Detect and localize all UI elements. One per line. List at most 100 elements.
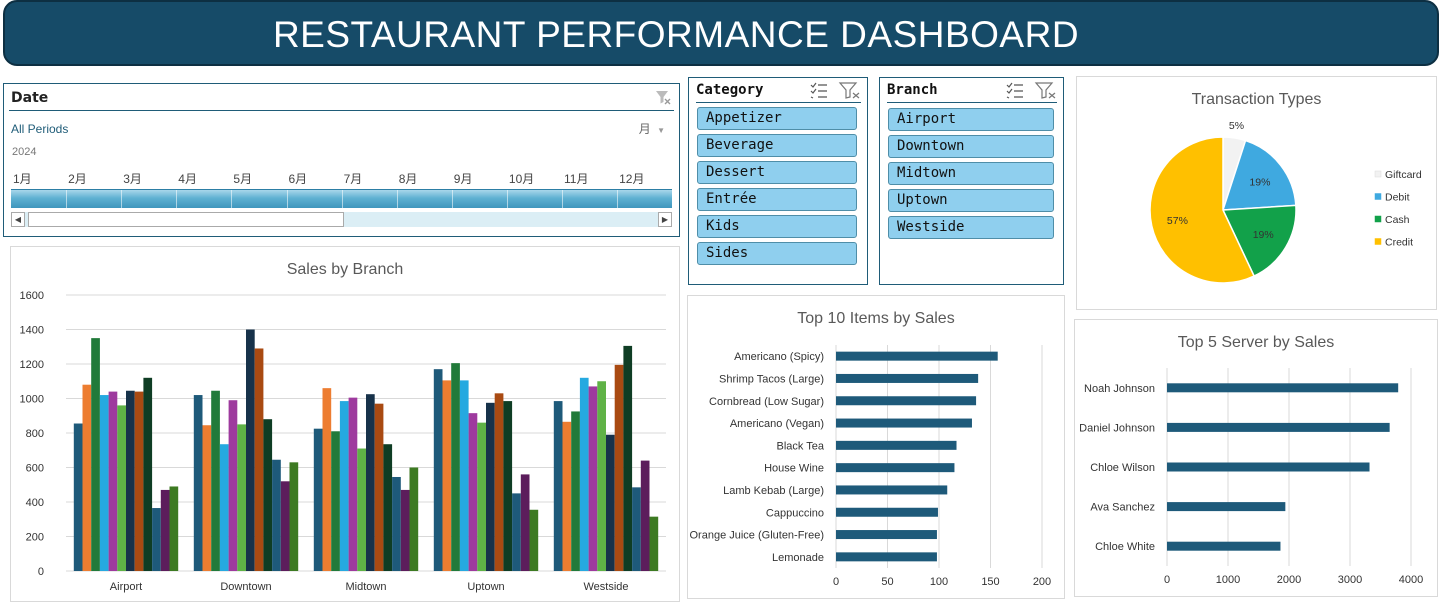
y-tick-label: Americano (Vegan) bbox=[730, 418, 824, 430]
bar bbox=[383, 444, 393, 571]
slicer-item[interactable]: Entrée bbox=[697, 188, 857, 211]
timeline-month-label[interactable]: 12月 bbox=[619, 170, 644, 187]
x-tick-label: 2000 bbox=[1277, 574, 1301, 586]
scroll-left-arrow-icon[interactable]: ◀ bbox=[11, 212, 25, 227]
x-tick-label: Midtown bbox=[346, 581, 387, 593]
timeline-month-divider bbox=[562, 190, 563, 208]
multi-select-icon[interactable] bbox=[810, 82, 827, 99]
data-label: 5% bbox=[1229, 120, 1244, 132]
y-tick-label: Shrimp Tacos (Large) bbox=[719, 373, 824, 385]
y-tick-label: 800 bbox=[26, 428, 44, 440]
x-tick-label: 200 bbox=[1033, 576, 1051, 588]
bar bbox=[254, 348, 264, 571]
clear-filter-icon[interactable] bbox=[1034, 82, 1056, 99]
slicer-item[interactable]: Dessert bbox=[697, 161, 857, 184]
title-banner: RESTAURANT PERFORMANCE DASHBOARD bbox=[3, 0, 1439, 66]
x-tick-label: Downtown bbox=[220, 581, 271, 593]
timeline-divider bbox=[9, 110, 674, 111]
timeline-year: 2024 bbox=[12, 146, 37, 158]
timeline-month-divider bbox=[231, 190, 233, 208]
slicer-item[interactable]: Midtown bbox=[888, 162, 1054, 185]
bar bbox=[193, 395, 203, 571]
timeline-month-label[interactable]: 9月 bbox=[454, 170, 473, 187]
slicer-item[interactable]: Beverage bbox=[697, 134, 857, 157]
bar bbox=[322, 388, 332, 571]
data-label: 19% bbox=[1253, 229, 1274, 241]
multi-select-icon[interactable] bbox=[1006, 82, 1023, 99]
bar bbox=[117, 405, 126, 571]
bar bbox=[494, 393, 504, 571]
timeline-month-label[interactable]: 4月 bbox=[178, 170, 197, 187]
slicer-header: Branch bbox=[887, 82, 938, 98]
slicer-item[interactable]: Airport bbox=[888, 108, 1054, 131]
clear-filter-icon[interactable] bbox=[838, 82, 860, 99]
bar bbox=[1167, 422, 1390, 432]
bar bbox=[1167, 383, 1399, 393]
slicer-item[interactable]: Uptown bbox=[888, 189, 1054, 212]
timeline-header: Date bbox=[11, 90, 49, 106]
bar bbox=[160, 489, 170, 571]
bar bbox=[836, 463, 955, 473]
bar bbox=[562, 421, 572, 571]
slicer-tools bbox=[810, 82, 860, 99]
bar bbox=[289, 462, 299, 571]
bar bbox=[623, 345, 633, 571]
dashboard-title: RESTAURANT PERFORMANCE DASHBOARD bbox=[272, 14, 1080, 55]
timeline-month-divider bbox=[451, 190, 453, 208]
bar bbox=[529, 509, 539, 571]
legend-label: Credit bbox=[1385, 237, 1413, 249]
scroll-right-arrow-icon[interactable]: ▶ bbox=[658, 212, 672, 227]
slicer-item[interactable]: Westside bbox=[888, 216, 1054, 239]
top-items-chart: Top 10 Items by Sales 0 50 100 150 200 Americ… bbox=[687, 295, 1065, 599]
bar bbox=[836, 530, 937, 540]
slicer-item[interactable]: Downtown bbox=[888, 135, 1054, 158]
timeline-scrollbar[interactable]: ◀ ▶ bbox=[11, 212, 672, 227]
y-tick-label: Orange Juice (Gluten-Free) bbox=[690, 530, 825, 542]
y-tick-label: Noah Johnson bbox=[1084, 383, 1155, 395]
timeline-month-label[interactable]: 8月 bbox=[399, 170, 418, 187]
time-level-dropdown[interactable]: 月 ▼ bbox=[639, 120, 665, 137]
bar bbox=[433, 369, 443, 571]
timeline-period-bar[interactable] bbox=[11, 189, 672, 208]
timeline-month-label[interactable]: 3月 bbox=[123, 170, 142, 187]
bar bbox=[836, 552, 937, 562]
bar bbox=[512, 493, 521, 571]
date-timeline[interactable]: Date All Periods 月 ▼ 2024 1月 2月 3月 4月 5月 6月 7月… bbox=[3, 83, 680, 237]
timeline-month-divider bbox=[341, 190, 343, 208]
y-tick-label: House Wine bbox=[764, 463, 824, 475]
scrollbar-thumb[interactable] bbox=[28, 212, 344, 227]
transaction-types-chart: Transaction Types 5% 19% 19% 57% Giftcard Deb… bbox=[1076, 76, 1437, 310]
timeline-month-label[interactable]: 2月 bbox=[68, 170, 87, 187]
timeline-month-label[interactable]: 10月 bbox=[509, 170, 534, 187]
bar bbox=[280, 481, 290, 571]
slicer-header: Category bbox=[696, 82, 764, 98]
clear-filter-icon[interactable] bbox=[655, 89, 671, 105]
y-tick-label: 1000 bbox=[20, 394, 44, 406]
timeline-month-label[interactable]: 11月 bbox=[564, 170, 588, 187]
bar bbox=[152, 508, 161, 571]
bar bbox=[357, 448, 366, 571]
timeline-month-divider bbox=[396, 190, 398, 208]
slicer-item[interactable]: Kids bbox=[697, 215, 857, 238]
bar bbox=[91, 338, 100, 571]
data-label: 57% bbox=[1167, 215, 1188, 227]
slicer-item[interactable]: Sides bbox=[697, 242, 857, 265]
bar bbox=[836, 440, 957, 450]
timeline-month-label[interactable]: 5月 bbox=[233, 170, 252, 187]
slicer-item[interactable]: Appetizer bbox=[697, 107, 857, 130]
bar bbox=[331, 431, 340, 571]
bar bbox=[606, 434, 615, 571]
timeline-month-label[interactable]: 6月 bbox=[289, 170, 308, 187]
y-tick-label: Lamb Kebab (Large) bbox=[723, 485, 824, 497]
data-label: 19% bbox=[1249, 176, 1270, 188]
timeline-month-labels: 1月 2月 3月 4月 5月 6月 7月 8月 9月 10月 11月 12月 bbox=[13, 170, 673, 187]
time-level-label: 月 bbox=[638, 122, 651, 136]
bar bbox=[272, 459, 281, 571]
bar bbox=[571, 411, 580, 571]
legend-label: Debit bbox=[1385, 192, 1410, 204]
timeline-month-label[interactable]: 7月 bbox=[344, 170, 363, 187]
timeline-month-label[interactable]: 1月 bbox=[13, 170, 32, 187]
bar bbox=[126, 390, 135, 571]
y-tick-label: Cornbread (Low Sugar) bbox=[709, 396, 824, 408]
bar bbox=[1167, 502, 1286, 512]
